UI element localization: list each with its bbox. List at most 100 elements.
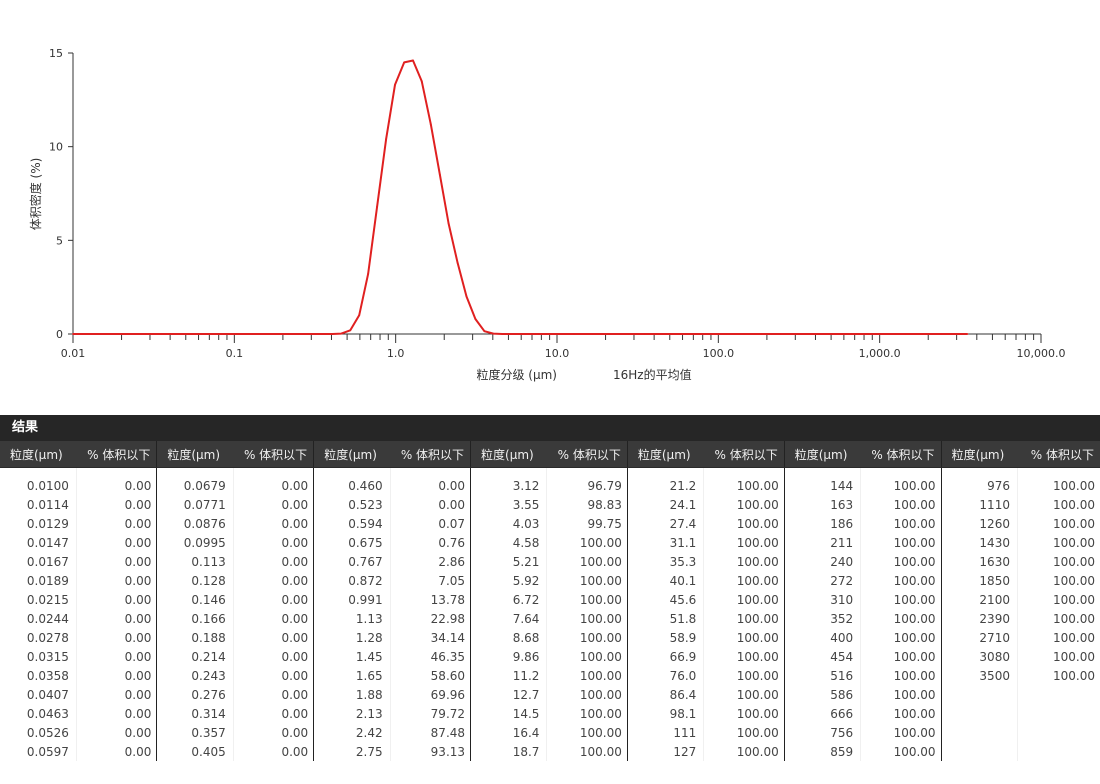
size-cell: 2.13 — [313, 704, 391, 723]
col-header-size: 粒度(μm) — [626, 441, 704, 468]
pct-cell: 0.00 — [232, 514, 314, 533]
size-cell: 0.0876 — [156, 514, 234, 533]
pct-cell: 100.00 — [860, 552, 942, 571]
x-axis-label: 粒度分级 (μm) — [476, 367, 557, 382]
spacer-cell — [940, 467, 1018, 476]
table-row: 0.0129 0.00 0.0876 0.00 0.594 0.07 4.03 99.75 27… — [0, 514, 1100, 533]
size-cell: 11.2 — [470, 666, 547, 685]
size-cell: 16.4 — [470, 723, 547, 742]
size-cell: 0.0167 — [26, 554, 69, 569]
pct-cell: 0.00 — [232, 533, 314, 552]
col-header-size: 粒度(μm) — [940, 441, 1018, 468]
pct-cell: 100.00 — [546, 609, 628, 628]
pct-cell: 100.00 — [860, 609, 942, 628]
data-point — [903, 333, 906, 335]
pct-cell: 100.00 — [1016, 533, 1100, 552]
size-cell: 1.88 — [313, 685, 391, 704]
col-header-size: 粒度(μm) — [470, 441, 547, 468]
col-header-pct: % 体积以下 — [703, 441, 785, 468]
data-point — [859, 333, 861, 335]
pct-cell: 100.00 — [1016, 609, 1100, 628]
size-cell: 9.86 — [470, 647, 547, 666]
size-cell: 4.58 — [470, 533, 547, 552]
pct-cell: 98.83 — [546, 495, 628, 514]
pct-cell: 100.00 — [703, 514, 785, 533]
table-row: 0.0100 0.00 0.0679 0.00 0.460 0.00 3.12 96.79 21… — [0, 476, 1100, 495]
spacer-cell — [156, 467, 234, 476]
size-cell: 0.243 — [156, 666, 234, 685]
psd-chart-svg: 0 5 10 15 0.01 0.1 1.0 10.0 100.0 1,000.0 10,000.0… — [28, 47, 1066, 382]
size-cell: 0.0147 — [26, 535, 69, 550]
data-point — [438, 173, 441, 176]
y-tick-label: 5 — [56, 234, 63, 247]
pct-cell: 46.35 — [389, 647, 471, 666]
pct-cell: 0.00 — [75, 552, 157, 571]
data-point — [331, 333, 334, 335]
data-point — [492, 332, 495, 335]
pct-cell: 99.75 — [546, 514, 628, 533]
data-point — [572, 333, 575, 335]
size-cell: 272 — [783, 571, 861, 590]
pct-cell: 100.00 — [703, 476, 785, 495]
pct-cell: 0.00 — [75, 609, 157, 628]
col-header-size: 粒度(μm) — [0, 441, 77, 468]
pct-cell: 100.00 — [546, 723, 628, 742]
size-cell: 35.3 — [626, 552, 704, 571]
data-point — [447, 222, 450, 225]
size-cell — [940, 742, 1018, 761]
pct-cell: 100.00 — [860, 628, 942, 647]
pct-cell: 100.00 — [860, 742, 942, 761]
size-cell: 0.314 — [156, 704, 234, 723]
size-cell — [940, 723, 1018, 742]
data-point — [680, 333, 683, 335]
data-point — [465, 295, 468, 298]
pct-cell: 100.00 — [703, 571, 785, 590]
size-cell: 2.42 — [313, 723, 391, 742]
size-cell: 0.405 — [156, 742, 234, 761]
data-point — [590, 333, 593, 335]
data-point — [295, 333, 298, 335]
size-cell: 2390 — [940, 609, 1018, 628]
pct-cell: 0.07 — [389, 514, 471, 533]
col-header-pct: % 体积以下 — [233, 441, 314, 468]
table-row: 0.0315 0.00 0.214 0.00 1.45 46.35 9.86 100.00 66… — [0, 647, 1100, 666]
size-cell: 454 — [783, 647, 861, 666]
size-cell: 0.675 — [313, 533, 391, 552]
data-point — [89, 333, 92, 335]
data-point — [617, 333, 620, 335]
pct-cell — [1016, 704, 1100, 723]
size-cell: 0.0597 — [26, 744, 69, 759]
size-cell: 0.214 — [156, 647, 234, 666]
pct-cell — [1016, 742, 1100, 761]
data-point — [403, 61, 406, 64]
data-point — [760, 333, 763, 335]
size-cell: 756 — [783, 723, 861, 742]
pct-cell: 0.00 — [232, 571, 314, 590]
data-point — [304, 333, 307, 335]
size-cell: 586 — [783, 685, 861, 704]
data-point — [72, 333, 74, 335]
data-point — [259, 333, 262, 335]
data-point — [170, 333, 173, 335]
size-cell: 1630 — [940, 552, 1018, 571]
size-cell: 14.5 — [470, 704, 547, 723]
data-point — [367, 273, 370, 275]
pct-cell: 0.00 — [232, 685, 314, 704]
size-cell: 0.0100 — [26, 478, 69, 493]
size-cell: 144 — [783, 476, 861, 495]
size-cell: 1.45 — [313, 647, 391, 666]
data-point — [99, 333, 101, 335]
x-tick-label: 10,000.0 — [1017, 347, 1066, 360]
pct-cell: 96.79 — [546, 476, 628, 495]
spacer-cell — [546, 467, 628, 476]
data-point — [832, 333, 835, 335]
pct-cell: 0.00 — [75, 571, 157, 590]
size-cell: 0.0215 — [26, 592, 69, 607]
psd-chart: 0 5 10 15 0.01 0.1 1.0 10.0 100.0 1,000.0 10,000.0… — [0, 0, 1100, 400]
y-tick-label: 15 — [49, 47, 63, 60]
size-cell: 12.7 — [470, 685, 547, 704]
pct-cell: 0.00 — [75, 514, 157, 533]
data-point — [510, 333, 513, 335]
pct-cell: 13.78 — [389, 590, 471, 609]
data-point — [116, 333, 119, 335]
